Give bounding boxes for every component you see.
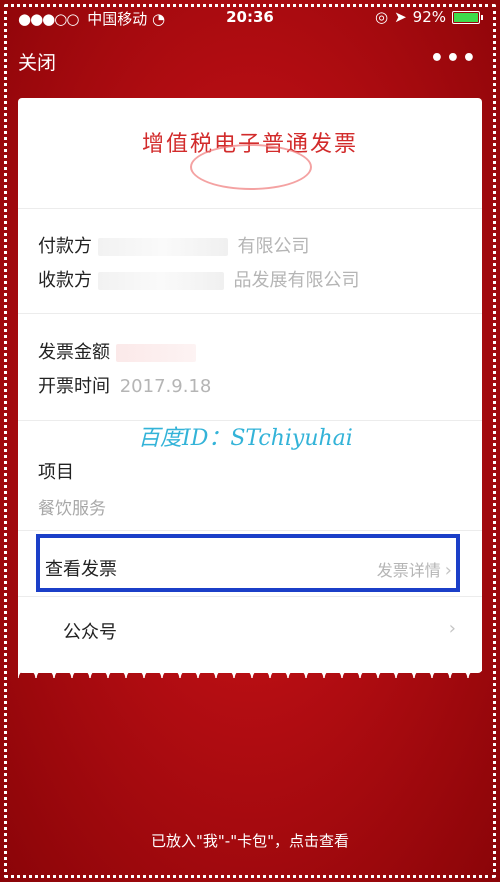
- card-scalloped-edge: [18, 664, 482, 678]
- chevron-right-icon: ›: [448, 618, 456, 639]
- battery-icon: [452, 10, 483, 24]
- lock-rotation-icon: ◎: [374, 8, 389, 26]
- items-value: 餐饮服务: [38, 499, 106, 519]
- official-account-row[interactable]: 公众号: [63, 618, 117, 644]
- divider: [18, 530, 482, 531]
- chevron-right-icon: ›: [444, 560, 452, 581]
- status-bar: ●●●○○ 中国移动 ◔ 20:36 ◎ ➤ 92%: [0, 0, 500, 36]
- payer-row: 付款方 有限公司: [38, 232, 309, 258]
- view-invoice-label: 查看发票: [45, 559, 117, 580]
- divider: [18, 596, 482, 597]
- amount-row: 发票金额: [38, 338, 196, 364]
- invoice-detail-link[interactable]: 发票详情 ›: [377, 557, 452, 581]
- divider: [18, 208, 482, 209]
- battery-percent: 92%: [412, 8, 446, 26]
- redacted-block: [97, 272, 224, 290]
- stamp-seal: [190, 144, 312, 190]
- issue-time-value: 2017.9.18: [119, 376, 212, 397]
- payer-label: 付款方: [38, 236, 92, 257]
- nav-bar: 关闭 •••: [0, 38, 500, 82]
- close-button[interactable]: 关闭: [18, 48, 56, 75]
- more-options-button[interactable]: •••: [430, 46, 478, 71]
- amount-label: 发票金额: [38, 342, 110, 363]
- divider: [18, 313, 482, 314]
- location-icon: ➤: [394, 8, 407, 26]
- official-account-label: 公众号: [63, 622, 117, 643]
- payer-value: 有限公司: [237, 236, 310, 257]
- issue-time-row: 开票时间 2017.9.18: [38, 372, 211, 398]
- payee-row: 收款方 品发展有限公司: [38, 266, 359, 292]
- payee-value: 品发展有限公司: [233, 270, 360, 291]
- payee-label: 收款方: [38, 270, 92, 291]
- items-label: 项目: [38, 462, 74, 483]
- redacted-block: [97, 238, 228, 256]
- issue-time-label: 开票时间: [38, 376, 110, 397]
- footer-message: 已放入"我"-"卡包"，点击查看: [150, 832, 349, 850]
- redacted-block: [115, 344, 196, 362]
- invoice-detail-label: 发票详情: [376, 561, 441, 580]
- watermark: 百度ID：STchiyuhai: [138, 426, 353, 451]
